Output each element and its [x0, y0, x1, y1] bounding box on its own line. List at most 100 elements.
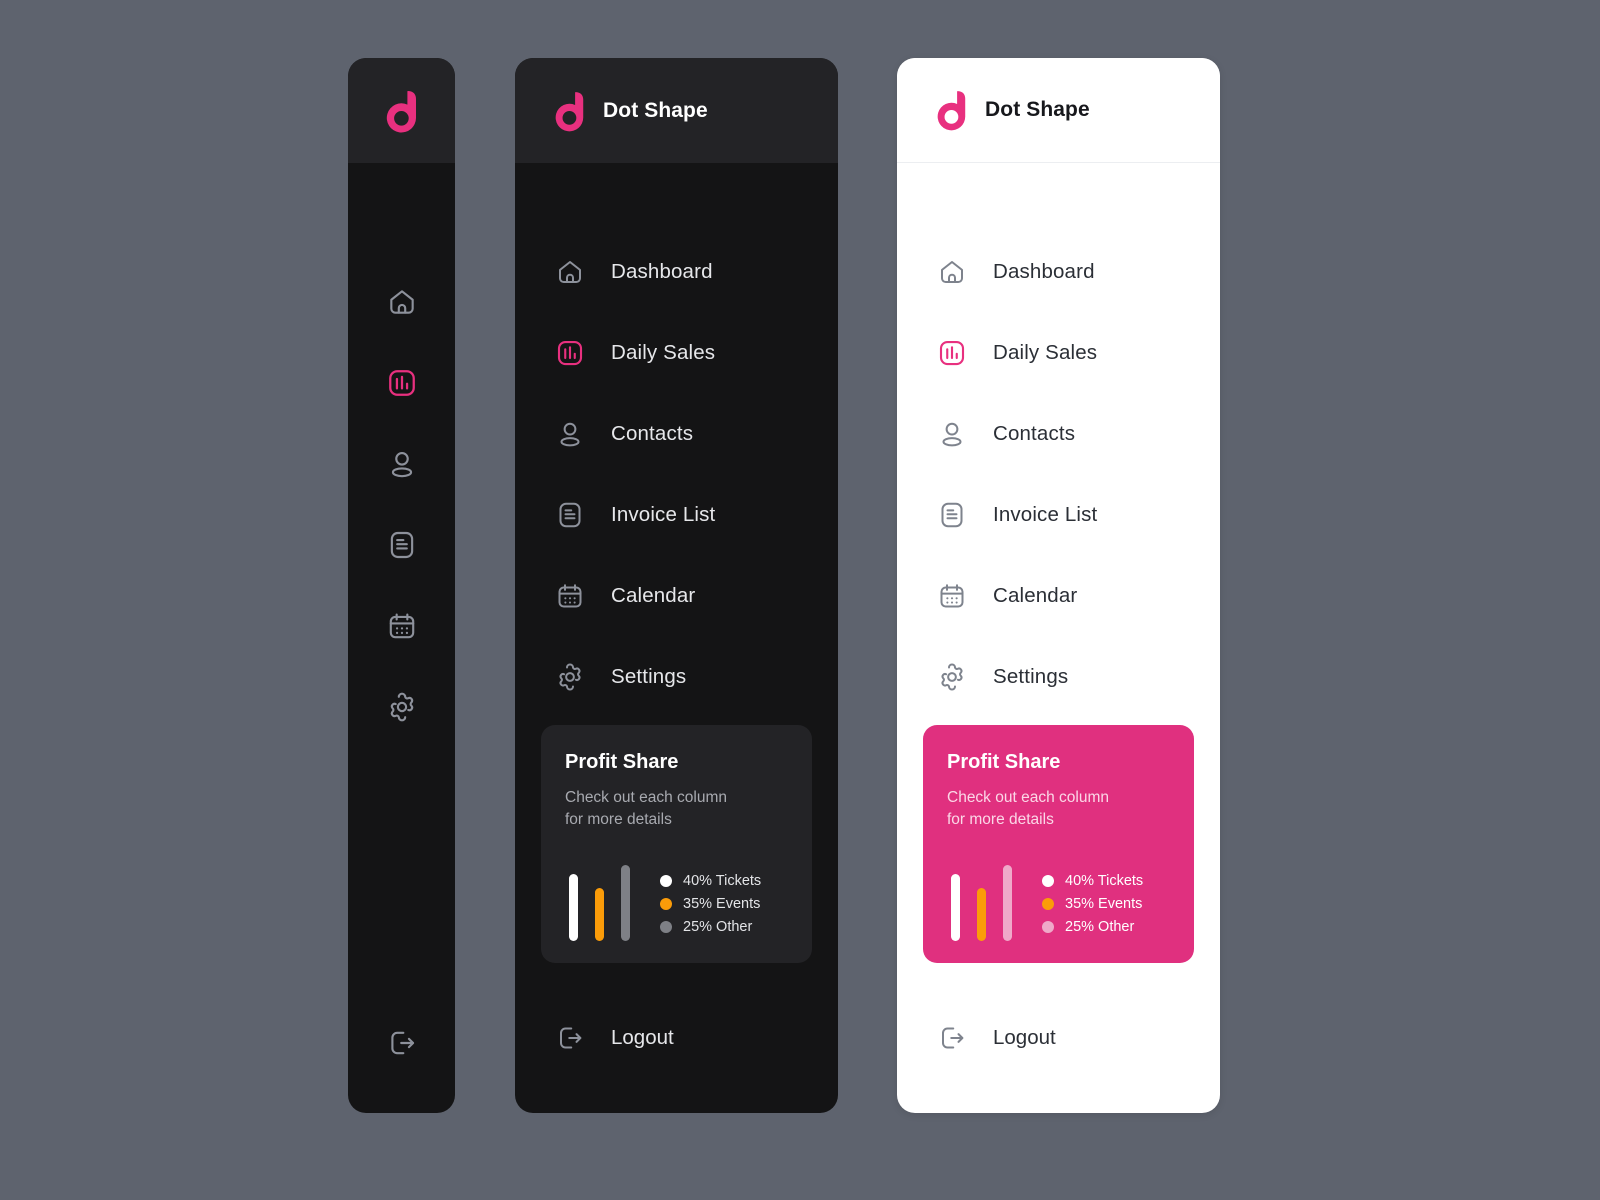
- legend-label: 40% Tickets: [1065, 873, 1144, 889]
- profit-share-chart: 40% Tickets 35% Events 25% Other: [947, 865, 1170, 941]
- home-icon: [937, 257, 967, 287]
- calendar-icon: [555, 581, 585, 611]
- legend-label: 35% Events: [1065, 896, 1143, 912]
- sidebar-item-settings[interactable]: Settings: [515, 636, 838, 717]
- profit-share-subtitle-line1: Check out each column: [947, 789, 1109, 806]
- legend-dot-other: [1042, 921, 1054, 933]
- sidebar-item-calendar[interactable]: Calendar: [897, 555, 1220, 636]
- sidebar-item-invoice-list[interactable]: Invoice List: [897, 474, 1220, 555]
- profit-share-bars: [947, 865, 1012, 941]
- sidebar-item-dashboard[interactable]: Dashboard: [515, 231, 838, 312]
- sidebar-item-label: Daily Sales: [993, 340, 1098, 364]
- sidebar-item-daily-sales[interactable]: Daily Sales: [897, 312, 1220, 393]
- legend-dot-events: [1042, 898, 1054, 910]
- document-icon: [555, 500, 585, 530]
- sidebar-item-label: Dashboard: [611, 259, 713, 283]
- logout-label: Logout: [993, 1026, 1056, 1049]
- gear-icon: [555, 662, 585, 692]
- sidebar-item-contacts[interactable]: Contacts: [515, 393, 838, 474]
- calendar-icon: [386, 610, 418, 642]
- sidebar-item-label: Invoice List: [611, 502, 716, 526]
- sidebar-item-label: Calendar: [993, 583, 1078, 607]
- logout-button[interactable]: Logout: [897, 963, 1220, 1113]
- rail-item-contacts[interactable]: [348, 423, 455, 504]
- bar-chart-icon: [386, 367, 418, 399]
- profit-share-title: Profit Share: [565, 751, 679, 773]
- bar-tickets: [569, 874, 578, 941]
- rail-item-calendar[interactable]: [348, 585, 455, 666]
- legend-item: 40% Tickets: [660, 873, 761, 889]
- profit-share-subtitle: Check out each column for more details: [565, 787, 788, 831]
- logout-button[interactable]: Logout: [515, 963, 838, 1113]
- sidebar-item-invoice-list[interactable]: Invoice List: [515, 474, 838, 555]
- profit-share-subtitle: Check out each column for more details: [947, 787, 1170, 831]
- light-nav-spacer: [897, 717, 1220, 725]
- bar-events: [595, 887, 604, 941]
- dark-sidebar-header: Dot Shape: [515, 58, 838, 163]
- bar-tickets: [951, 874, 960, 941]
- profit-share-title: Profit Share: [947, 751, 1061, 773]
- light-sidebar: Dot Shape Dashboard Daily Sales Contacts…: [897, 58, 1220, 1113]
- dot-shape-logo-icon: [384, 87, 420, 135]
- sidebar-item-label: Dashboard: [993, 259, 1095, 283]
- sidebar-item-label: Settings: [611, 664, 687, 688]
- legend-label: 25% Other: [1065, 919, 1135, 935]
- bar-chart-icon: [555, 338, 585, 368]
- sidebar-item-settings[interactable]: Settings: [897, 636, 1220, 717]
- home-icon: [555, 257, 585, 287]
- profit-share-subtitle-line2: for more details: [947, 811, 1054, 828]
- legend-dot-other: [660, 921, 672, 933]
- sidebar-item-daily-sales[interactable]: Daily Sales: [515, 312, 838, 393]
- brand-name: Dot Shape: [603, 98, 708, 122]
- rail-item-invoice-list[interactable]: [348, 504, 455, 585]
- profit-share-chart: 40% Tickets 35% Events 25% Other: [565, 865, 788, 941]
- light-sidebar-header: Dot Shape: [897, 58, 1220, 163]
- legend-label: 35% Events: [683, 896, 761, 912]
- sidebar-item-label: Contacts: [993, 421, 1076, 445]
- person-icon: [386, 448, 418, 480]
- legend-item: 35% Events: [660, 896, 761, 912]
- rail-item-daily-sales[interactable]: [348, 342, 455, 423]
- rail-nav-list: [348, 163, 455, 973]
- person-icon: [555, 419, 585, 449]
- legend-label: 25% Other: [683, 919, 753, 935]
- sidebar-variants-showcase: Dot Shape Dashboard Daily Sales Contacts…: [0, 0, 1600, 1200]
- profit-share-bars: [565, 865, 630, 941]
- logout-icon: [555, 1023, 585, 1053]
- legend-item: 40% Tickets: [1042, 873, 1143, 889]
- sidebar-item-label: Contacts: [611, 421, 694, 445]
- profit-share-card: Profit Share Check out each column for m…: [923, 725, 1194, 963]
- bar-other: [621, 865, 630, 941]
- rail-item-dashboard[interactable]: [348, 261, 455, 342]
- gear-icon: [386, 691, 418, 723]
- logout-icon: [937, 1023, 967, 1053]
- calendar-icon: [937, 581, 967, 611]
- profit-share-legend: 40% Tickets 35% Events 25% Other: [1042, 873, 1143, 941]
- sidebar-item-label: Settings: [993, 664, 1069, 688]
- bar-chart-icon: [937, 338, 967, 368]
- sidebar-item-label: Invoice List: [993, 502, 1098, 526]
- logout-label: Logout: [611, 1026, 674, 1049]
- legend-dot-tickets: [1042, 875, 1054, 887]
- rail-logout-button[interactable]: [348, 973, 455, 1113]
- legend-dot-events: [660, 898, 672, 910]
- rail-brand-header: [348, 58, 455, 163]
- profit-share-subtitle-line1: Check out each column: [565, 789, 727, 806]
- logout-icon: [386, 1027, 418, 1059]
- rail-item-settings[interactable]: [348, 666, 455, 747]
- bar-events: [977, 887, 986, 941]
- document-icon: [937, 500, 967, 530]
- collapsed-sidebar-rail: [348, 58, 455, 1113]
- sidebar-item-calendar[interactable]: Calendar: [515, 555, 838, 636]
- sidebar-item-label: Calendar: [611, 583, 696, 607]
- legend-item: 25% Other: [660, 919, 761, 935]
- dark-nav-list: Dashboard Daily Sales Contacts Invoice L…: [515, 163, 838, 717]
- document-icon: [386, 529, 418, 561]
- brand-name: Dot Shape: [985, 98, 1090, 121]
- gear-icon: [937, 662, 967, 692]
- dark-sidebar: Dot Shape Dashboard Daily Sales Contacts…: [515, 58, 838, 1113]
- dot-shape-logo-icon: [553, 88, 587, 134]
- legend-label: 40% Tickets: [683, 873, 762, 889]
- sidebar-item-contacts[interactable]: Contacts: [897, 393, 1220, 474]
- sidebar-item-dashboard[interactable]: Dashboard: [897, 231, 1220, 312]
